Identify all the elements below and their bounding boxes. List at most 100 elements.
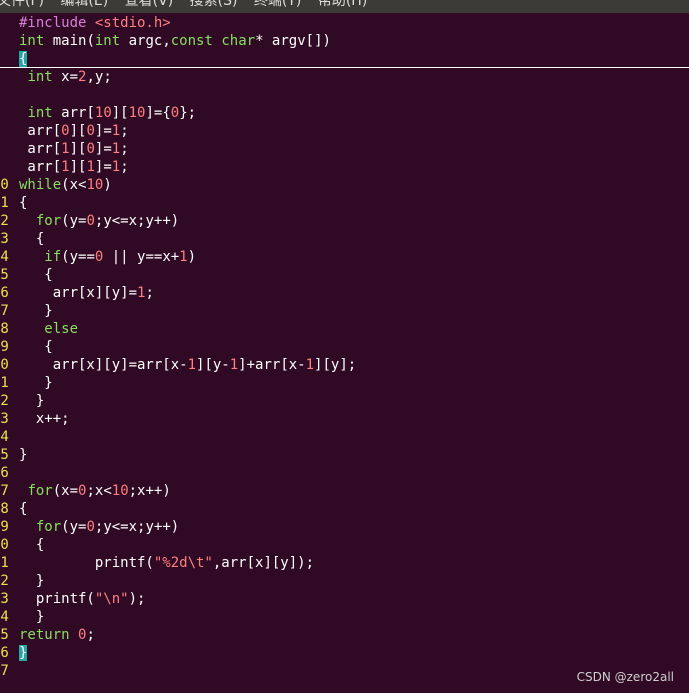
menu-view[interactable]: 查看(V) — [125, 0, 174, 11]
code-line[interactable]: 2int main(int argc,const char* argv[]) — [0, 32, 689, 50]
code-line[interactable]: 20 arr[x][y]=arr[x-1][y-1]+arr[x-1][y]; — [0, 356, 689, 374]
code-token: ) — [187, 249, 197, 265]
code-text: while(x<10) — [19, 177, 112, 193]
line-number: 35 — [0, 627, 9, 643]
code-token: char — [221, 33, 256, 49]
code-line[interactable]: 23 x++; — [0, 410, 689, 428]
code-line[interactable]: 7 arr[0][0]=1; — [0, 122, 689, 140]
code-line[interactable]: 35 return 0; — [0, 626, 689, 644]
code-line[interactable]: 14 if(y==0 || y==x+1) — [0, 248, 689, 266]
code-token: 10 — [111, 483, 129, 499]
code-line[interactable]: 21 } — [0, 374, 689, 392]
code-line[interactable]: 18 else — [0, 320, 689, 338]
code-token: arr[x][y]= — [19, 285, 138, 301]
code-token: ,arr[x][y]); — [212, 555, 315, 571]
code-token: ; — [120, 159, 129, 175]
code-token: arr[ — [19, 159, 62, 175]
code-line[interactable]: 12 for(y=0;y<=x;y++) — [0, 212, 689, 230]
code-line[interactable]: 1#include <stdio.h> — [0, 14, 689, 32]
line-number: 19 — [0, 339, 9, 355]
code-text: printf("\n"); — [19, 591, 146, 607]
code-token: (x< — [61, 177, 87, 193]
code-token: } — [19, 375, 53, 391]
code-line[interactable]: 17 } — [0, 302, 689, 320]
code-line[interactable]: 5 — [0, 86, 689, 104]
code-line[interactable]: 4 int x=2,y; — [0, 68, 689, 86]
code-token: 1 — [61, 141, 70, 157]
code-line[interactable]: 15 { — [0, 266, 689, 284]
menu-file[interactable]: 文件(F) — [0, 0, 44, 11]
menu-terminal[interactable]: 终端(T) — [254, 0, 301, 11]
line-number: 6 — [0, 104, 19, 122]
line-number: 2 — [0, 32, 19, 50]
line-number: 25 — [0, 447, 9, 463]
code-token: "\n" — [94, 591, 129, 607]
terminal-menubar: 文件(F) 编辑(E) 查看(V) 搜索(S) 终端(T) 帮助(H) — [0, 0, 689, 13]
code-text: arr[x][y]=arr[x-1][y-1]+arr[x-1][y]; — [19, 357, 357, 373]
code-line[interactable]: 10 while(x<10) — [0, 176, 689, 194]
menu-help[interactable]: 帮助(H) — [318, 0, 367, 11]
code-line[interactable]: 19 { — [0, 338, 689, 356]
code-token: { — [19, 231, 45, 247]
code-text: arr[x][y]=1; — [19, 285, 154, 301]
code-text: } — [19, 609, 44, 625]
code-line[interactable]: 25} — [0, 446, 689, 464]
code-text: { — [19, 51, 28, 67]
code-text: for(x=0;x<10;x++) — [19, 483, 170, 499]
code-token: int — [27, 69, 53, 85]
code-line[interactable]: 13 { — [0, 230, 689, 248]
code-text: for(y=0;y<=x;y++) — [19, 519, 179, 535]
line-number: 24 — [0, 429, 9, 445]
code-text: } — [19, 573, 44, 589]
line-number: 22 — [0, 393, 9, 409]
code-token: ; — [120, 141, 129, 157]
code-line[interactable]: 34 } — [0, 608, 689, 626]
code-line[interactable]: 28 { — [0, 500, 689, 518]
code-token: 0 — [86, 123, 95, 139]
code-token: x= — [52, 69, 79, 85]
code-token: const — [170, 33, 213, 49]
code-line[interactable]: 36} — [0, 644, 689, 662]
line-number: 12 — [0, 213, 9, 229]
code-token: ;y<=x;y++) — [94, 213, 180, 229]
csdn-watermark: CSDN @zero2all — [576, 670, 674, 684]
code-text: for(y=0;y<=x;y++) — [19, 213, 179, 229]
line-number: 30 — [0, 537, 9, 553]
code-token: ][ — [69, 159, 87, 175]
code-line[interactable]: 22 } — [0, 392, 689, 410]
code-token: 0 — [61, 123, 70, 139]
code-line[interactable]: 33 printf("\n"); — [0, 590, 689, 608]
matched-brace: } — [19, 645, 28, 661]
code-line[interactable]: 24 — [0, 428, 689, 446]
code-line[interactable]: 31 printf("%2d\t",arr[x][y]); — [0, 554, 689, 572]
code-token: 1 — [179, 249, 188, 265]
code-line[interactable]: 30 { — [0, 536, 689, 554]
code-line[interactable]: 8 arr[1][0]=1; — [0, 140, 689, 158]
code-token: return — [19, 627, 70, 643]
line-number: 16 — [0, 285, 9, 301]
menu-edit[interactable]: 编辑(E) — [60, 0, 108, 11]
code-token: 0 — [86, 213, 95, 229]
code-line[interactable]: 29 for(y=0;y<=x;y++) — [0, 518, 689, 536]
line-number: 14 — [0, 249, 9, 265]
menu-search[interactable]: 搜索(S) — [190, 0, 238, 11]
code-line[interactable]: 27 for(x=0;x<10;x++) — [0, 482, 689, 500]
line-number: 4 — [0, 68, 19, 86]
code-token: ; — [86, 627, 95, 643]
code-token: } — [19, 447, 28, 463]
code-line[interactable]: 16 arr[x][y]=1; — [0, 284, 689, 302]
code-line[interactable]: 3{ — [0, 50, 689, 68]
line-number: 10 — [0, 177, 9, 193]
code-line[interactable]: 11 { — [0, 194, 689, 212]
code-token: } — [19, 393, 45, 409]
code-line[interactable]: 9 arr[1][1]=1; — [0, 158, 689, 176]
code-token: (y== — [61, 249, 95, 265]
code-line[interactable]: 6 int arr[10][10]={0}; — [0, 104, 689, 122]
code-line[interactable]: 26 — [0, 464, 689, 482]
code-token: 0 — [86, 519, 95, 535]
code-token: for — [35, 213, 62, 229]
vim-editor[interactable]: 1#include <stdio.h>2int main(int argc,co… — [0, 14, 689, 680]
code-token: { — [19, 537, 45, 553]
code-line[interactable]: 32 } — [0, 572, 689, 590]
